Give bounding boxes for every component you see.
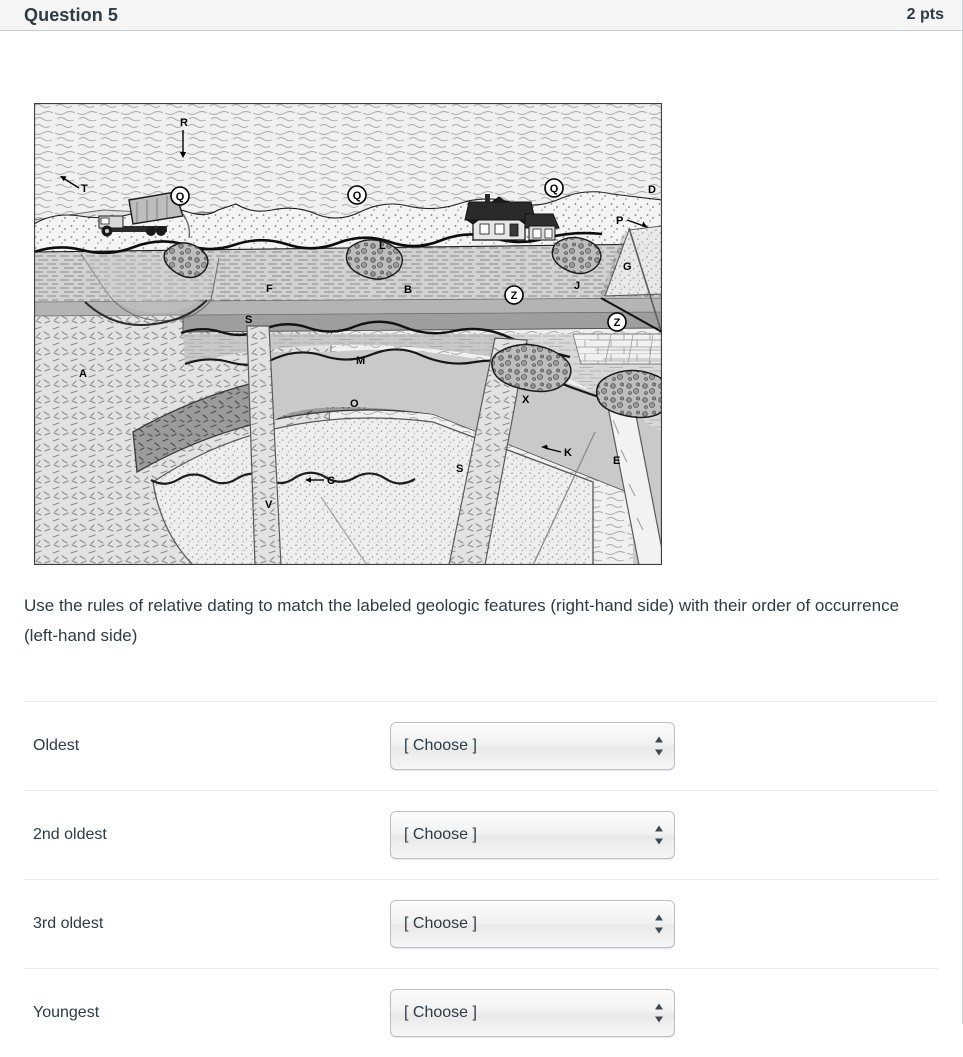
question-points: 2 pts [906,6,944,23]
page-title: Question 5 [24,5,119,25]
figure-label-D-text: D [648,184,656,196]
figure-label-B-text: B [404,284,412,296]
matching-row-youngest: Youngest [ Choose ] [24,968,938,1057]
figure-label-E-text: E [613,455,620,467]
figure-label-V-text: V [265,499,273,511]
figure-label-Q-2: Q [347,185,367,205]
matching-row-label-youngest: Youngest [33,1004,100,1021]
figure-label-S-1-text: S [245,314,252,326]
figure-label-Q-2-text: Q [353,190,362,202]
figure-label-G-text: G [623,261,632,273]
figure-label-A-text: A [79,368,87,380]
matching-select-shell-2nd-oldest: [ Choose ] [390,811,675,859]
matching-select-shell-youngest: [ Choose ] [390,989,675,1037]
figure-label-R-text: R [180,117,188,129]
figure-label-Q-1: Q [170,186,190,206]
figure-label-F-text: F [266,283,273,295]
figure-label-Q-3: Q [544,178,564,198]
figure-label-K-text: K [564,447,572,459]
matching-select-shell-oldest: [ Choose ] [390,722,675,770]
figure-label-C-text: C [327,475,335,487]
matching-row-3rd-oldest: 3rd oldest [ Choose ] [24,879,938,968]
matching-row-label-2nd-oldest: 2nd oldest [33,826,107,843]
matching-row-label-3rd-oldest: 3rd oldest [33,915,104,932]
figure-label-X-text: X [522,394,530,406]
geologic-cross-section-image: R T Q Q Q Z Z D F L G B J S S A M O X E … [33,102,663,566]
figure-label-Z-1: Z [504,285,524,305]
figure-label-Z-2-text: Z [614,317,621,329]
figure-label-Q-3-text: Q [550,183,559,195]
figure-label-M-text: M [356,355,365,367]
figure-label-Z-1-text: Z [511,290,518,302]
matching-row-label-oldest: Oldest [33,737,80,754]
matching-select-2nd-oldest[interactable]: [ Choose ] [390,811,675,859]
matching-answer-list: Oldest [ Choose ] 2nd oldest [ Choose ] … [24,701,938,1057]
matching-select-3rd-oldest[interactable]: [ Choose ] [390,900,675,948]
matching-select-shell-3rd-oldest: [ Choose ] [390,900,675,948]
matching-row-oldest: Oldest [ Choose ] [24,701,938,790]
matching-select-oldest[interactable]: [ Choose ] [390,722,675,770]
question-prompt: Use the rules of relative dating to matc… [24,596,900,645]
question-header: Question 5 2 pts [0,0,963,31]
figure-label-J-text: J [574,280,580,292]
figure-label-Z-2: Z [607,312,627,332]
figure-label-P-text: P [616,215,623,227]
figure-label-S-2-text: S [456,463,463,475]
figure-label-L-text: L [379,240,386,252]
figure-label-Q-1-text: Q [176,191,185,203]
question-body: R T Q Q Q Z Z D F L G B J S S A M O X E … [0,31,963,1037]
matching-row-2nd-oldest: 2nd oldest [ Choose ] [24,790,938,879]
figure-label-T-text: T [81,183,88,195]
matching-select-youngest[interactable]: [ Choose ] [390,989,675,1037]
figure-label-O-text: O [350,398,359,410]
geologic-cross-section-figure: R T Q Q Q Z Z D F L G B J S S A M O X E … [33,102,663,566]
